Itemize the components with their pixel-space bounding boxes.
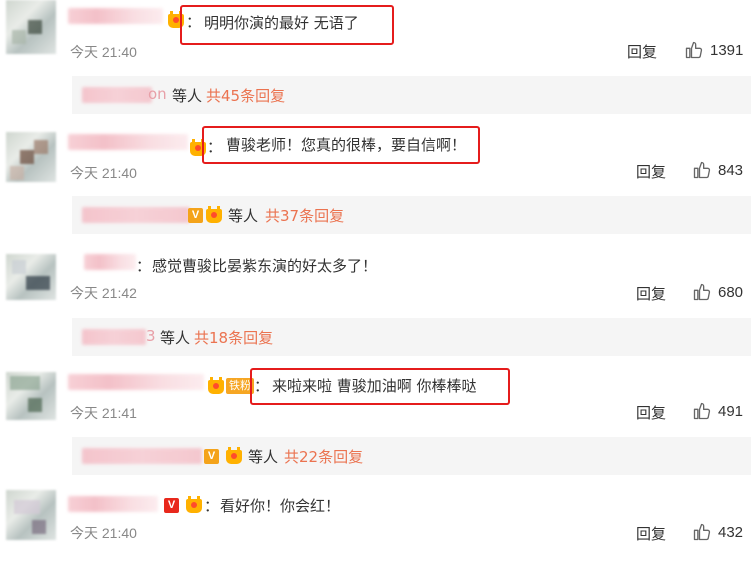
sub-replies-bar[interactable]: V 等人 共37条回复 [72, 196, 751, 234]
sub-reply-username-blurred [82, 207, 190, 223]
reply-button[interactable]: 回复 [636, 161, 666, 182]
username-blurred[interactable] [68, 374, 204, 390]
like-count: 1391 [710, 41, 744, 59]
like-button[interactable]: 491 [692, 401, 743, 421]
view-more-replies-link[interactable]: 共18条回复 [194, 327, 273, 348]
comment-text: 明明你演的最好 无语了 [204, 14, 359, 32]
verified-v-badge-icon: V [164, 498, 179, 513]
like-button[interactable]: 680 [692, 282, 743, 302]
comment-time: 今天 21:40 [70, 44, 137, 60]
like-button[interactable]: 1391 [684, 40, 743, 60]
comment-text: 曹骏老师！您真的很棒，要自信啊！ [226, 136, 467, 154]
like-button[interactable]: 843 [692, 160, 743, 180]
comment-text: 看好你！你会红！ [220, 497, 341, 515]
sub-reply-etc: 等人 [228, 207, 259, 225]
thumbs-up-icon [685, 41, 703, 59]
thumbs-up-icon [693, 523, 711, 541]
comment-colon: ： [204, 497, 220, 515]
thumbs-up-icon [693, 402, 711, 420]
like-count: 432 [718, 523, 744, 541]
reply-button[interactable]: 回复 [636, 523, 666, 544]
avatar[interactable] [6, 372, 56, 420]
reply-button[interactable]: 回复 [636, 283, 666, 304]
like-count: 680 [718, 283, 744, 301]
like-count: 491 [718, 402, 744, 420]
username-blurred[interactable] [68, 496, 158, 512]
comment-time: 今天 21:41 [70, 405, 137, 421]
comment-colon: ： [136, 257, 152, 275]
comment-text: 来啦来啦 曹骏加油啊 你棒棒哒 [272, 377, 477, 395]
sub-reply-etc: 等人 [172, 87, 203, 105]
sub-reply-username-tail: 3 [146, 327, 156, 345]
sub-reply-username-blurred [82, 329, 146, 345]
view-more-replies-link[interactable]: 共45条回复 [206, 85, 285, 106]
sub-reply-etc: 等人 [160, 329, 191, 347]
verified-v-badge-icon: V [188, 208, 203, 223]
comment-time: 今天 21:40 [70, 525, 137, 541]
sub-replies-bar[interactable]: V 等人 共22条回复 [72, 437, 751, 475]
crown-badge-icon [186, 496, 202, 513]
sub-reply-username-blurred [82, 87, 152, 103]
sub-replies-bar[interactable]: on 等人 共45条回复 [72, 76, 751, 114]
thumbs-up-icon [693, 283, 711, 301]
comment-time: 今天 21:40 [70, 165, 137, 181]
like-button[interactable]: 432 [692, 522, 743, 542]
verified-v-badge-icon: V [204, 449, 219, 464]
thumbs-up-icon [693, 161, 711, 179]
view-more-replies-link[interactable]: 共22条回复 [284, 446, 363, 467]
crown-badge-icon [208, 377, 224, 394]
crown-badge-icon [226, 447, 242, 464]
comment-time: 今天 21:42 [70, 285, 137, 301]
reply-button[interactable]: 回复 [636, 402, 666, 423]
sub-reply-etc: 等人 [248, 448, 279, 466]
avatar[interactable] [6, 0, 56, 54]
avatar[interactable] [6, 254, 56, 300]
username-blurred[interactable] [84, 254, 136, 270]
avatar[interactable] [6, 132, 56, 182]
comment-text: 感觉曹骏比晏紫东演的好太多了！ [152, 257, 378, 275]
view-more-replies-link[interactable]: 共37条回复 [265, 205, 344, 226]
sub-replies-bar[interactable]: 3 等人 共18条回复 [72, 318, 751, 356]
crown-badge-icon [206, 206, 222, 223]
username-blurred[interactable] [68, 134, 188, 150]
reply-button[interactable]: 回复 [627, 41, 657, 62]
avatar[interactable] [6, 490, 56, 540]
username-blurred[interactable] [68, 8, 163, 24]
sub-reply-username-blurred [82, 448, 202, 464]
sub-reply-username-tail: on [148, 85, 167, 103]
like-count: 843 [718, 161, 744, 179]
